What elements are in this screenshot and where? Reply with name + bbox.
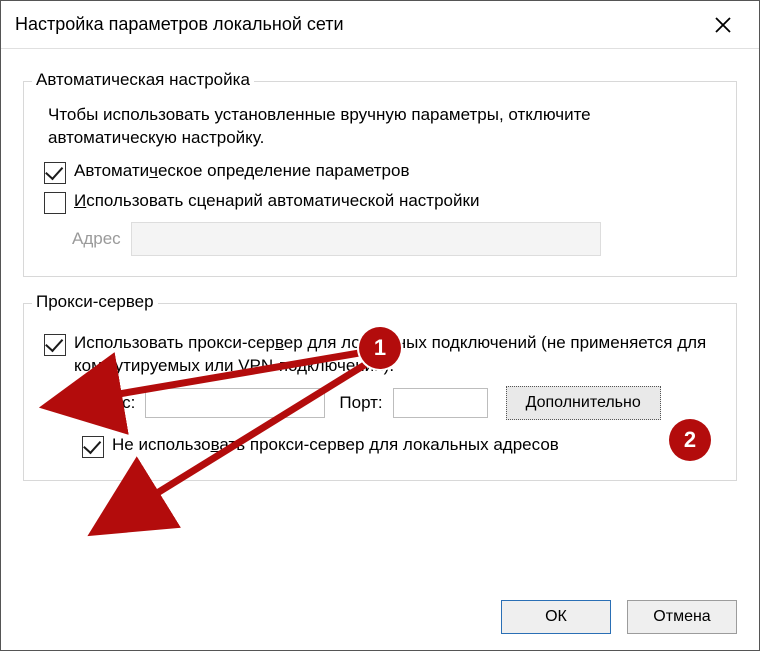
auto-detect-row[interactable]: Автоматическое определение параметров: [44, 160, 722, 184]
auto-config-legend: Автоматическая настройка: [32, 70, 254, 90]
close-icon: [714, 16, 732, 34]
annotation-badge-2: 2: [669, 419, 711, 461]
advanced-button[interactable]: Дополнительно: [506, 386, 661, 420]
auto-config-group: Автоматическая настройка Чтобы использов…: [23, 81, 737, 277]
proxy-address-label: Адрес:: [82, 393, 135, 413]
proxy-port-input[interactable]: [393, 388, 488, 418]
annotation-badge-1: 1: [359, 327, 401, 369]
titlebar: Настройка параметров локальной сети: [1, 1, 759, 49]
lan-settings-dialog: Настройка параметров локальной сети Авто…: [0, 0, 760, 651]
bypass-local-row[interactable]: Не использовать прокси-сервер для локаль…: [82, 434, 722, 458]
proxy-port-label: Порт:: [339, 393, 382, 413]
dialog-buttons: ОК Отмена: [501, 600, 737, 634]
use-script-row[interactable]: Использовать сценарий автоматической нас…: [44, 190, 722, 214]
use-script-label: Использовать сценарий автоматической нас…: [74, 190, 479, 213]
bypass-local-checkbox[interactable]: [82, 436, 104, 458]
proxy-legend: Прокси-сервер: [32, 292, 158, 312]
script-address-label: Адрес: [72, 229, 121, 249]
cancel-button[interactable]: Отмена: [627, 600, 737, 634]
script-address-input[interactable]: [131, 222, 601, 256]
use-script-checkbox[interactable]: [44, 192, 66, 214]
script-address-row: Адрес: [72, 222, 722, 256]
content-area: Автоматическая настройка Чтобы использов…: [1, 49, 759, 491]
use-proxy-checkbox[interactable]: [44, 334, 66, 356]
window-title: Настройка параметров локальной сети: [15, 14, 701, 35]
close-button[interactable]: [701, 3, 745, 47]
bypass-local-label: Не использовать прокси-сервер для локаль…: [112, 434, 559, 457]
proxy-address-input[interactable]: [145, 388, 325, 418]
auto-detect-label: Автоматическое определение параметров: [74, 160, 410, 183]
auto-config-description: Чтобы использовать установленные вручную…: [48, 104, 722, 150]
proxy-address-row: Адрес: Порт: Дополнительно: [82, 386, 722, 420]
ok-button[interactable]: ОК: [501, 600, 611, 634]
auto-detect-checkbox[interactable]: [44, 162, 66, 184]
